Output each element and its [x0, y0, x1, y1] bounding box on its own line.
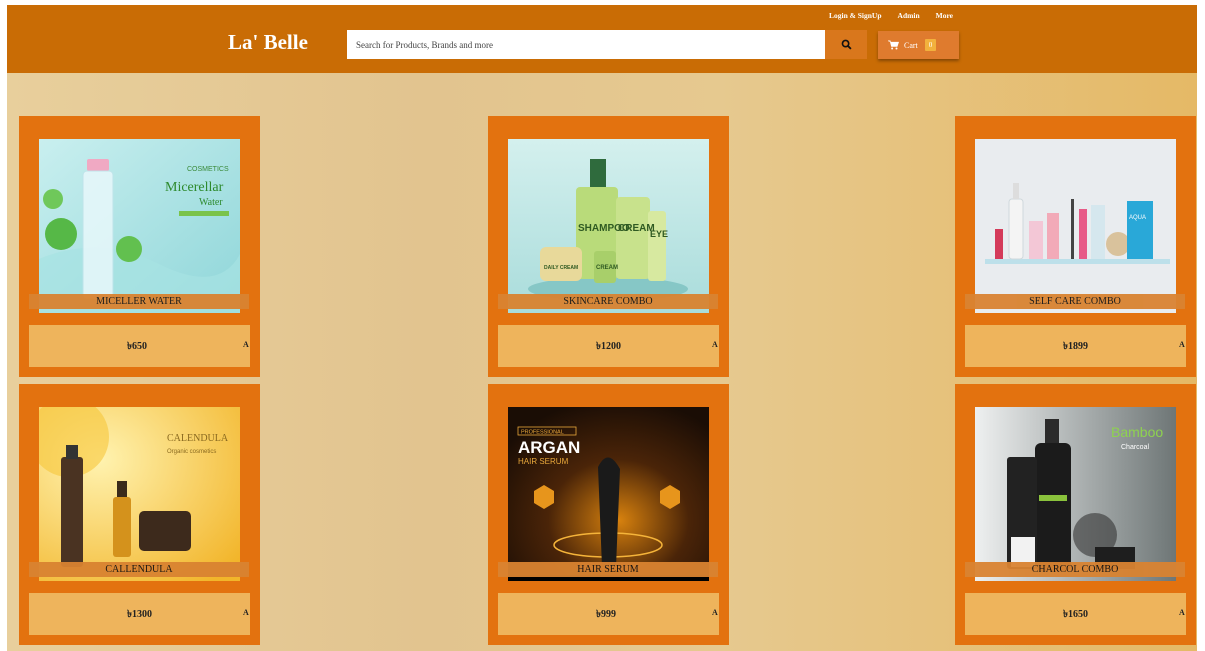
- logo[interactable]: La' Belle: [228, 30, 308, 55]
- product-card-self-care-combo[interactable]: AQUA SELF CARE COMBO ৳1899 Add to Cart: [955, 116, 1196, 377]
- header: La' Belle Login & SignUp Admin More Cart…: [7, 5, 1197, 73]
- login-signup-link[interactable]: Login & SignUp: [829, 11, 882, 20]
- image-text: Charcoal: [1121, 444, 1149, 451]
- image-text: AQUA: [1129, 215, 1146, 221]
- price-box: ৳1200 Add to Cart: [498, 325, 719, 367]
- product-card-charcol-combo[interactable]: Bamboo Charcoal CHARCOL COMBO ৳1650 Add …: [955, 384, 1196, 645]
- cart-label: Cart: [904, 40, 918, 50]
- top-links: Login & SignUp Admin More: [829, 11, 953, 20]
- image-text: Micerellar: [165, 180, 224, 195]
- image-text: CALENDULA: [167, 433, 229, 444]
- product-card-micellar-water[interactable]: COSMETICS Micerellar Water MICELLER WATE…: [19, 116, 260, 377]
- price-box: ৳1899 Add to Cart: [965, 325, 1186, 367]
- product-card-callendula[interactable]: CALENDULA Organic cosmetics CALLENDULA ৳…: [19, 384, 260, 645]
- page-background: La' Belle Login & SignUp Admin More Cart…: [7, 5, 1197, 651]
- price-box: ৳1300 Add to Cart: [29, 593, 250, 635]
- product-image-charcol-combo[interactable]: Bamboo Charcoal: [975, 407, 1176, 581]
- search-input[interactable]: [347, 30, 825, 59]
- cart-count-badge: 0: [924, 39, 937, 51]
- more-link[interactable]: More: [936, 11, 953, 20]
- add-to-cart-button[interactable]: Add to Cart: [712, 608, 718, 617]
- product-name: MICELLER WATER: [29, 294, 249, 309]
- image-text: COSMETICS: [187, 166, 229, 173]
- price-box: ৳650 Add to Cart: [29, 325, 250, 367]
- search-icon: [841, 39, 852, 50]
- image-text: CREAM: [596, 265, 618, 271]
- product-price: ৳1650: [1063, 609, 1088, 620]
- image-text: ARGAN: [518, 438, 580, 457]
- add-to-cart-button[interactable]: Add to Cart: [243, 608, 249, 617]
- cart-button[interactable]: Cart 0: [878, 31, 959, 59]
- add-to-cart-button[interactable]: Add to Cart: [712, 340, 718, 349]
- product-card-skincare-combo[interactable]: SHAMPOO CREAM EYE CREAM DAILY CREAM SKIN…: [488, 116, 729, 377]
- image-text: Water: [199, 197, 223, 208]
- product-image-micellar-water[interactable]: COSMETICS Micerellar Water: [39, 139, 240, 313]
- image-text: DAILY CREAM: [544, 265, 578, 271]
- image-text: Organic cosmetics: [167, 449, 216, 455]
- add-to-cart-button[interactable]: Add to Cart: [1179, 608, 1185, 617]
- add-to-cart-button[interactable]: Add to Cart: [243, 340, 249, 349]
- product-name: SKINCARE COMBO: [498, 294, 718, 309]
- product-image-skincare-combo[interactable]: SHAMPOO CREAM EYE CREAM DAILY CREAM: [508, 139, 709, 313]
- admin-link[interactable]: Admin: [898, 11, 920, 20]
- search-button[interactable]: [825, 30, 867, 59]
- image-text: PROFESSIONAL: [521, 430, 564, 436]
- product-name: SELF CARE COMBO: [965, 294, 1185, 309]
- product-image-self-care-combo[interactable]: AQUA: [975, 139, 1176, 313]
- product-name: CHARCOL COMBO: [965, 562, 1185, 577]
- product-price: ৳1200: [596, 341, 621, 352]
- cart-icon: [888, 40, 899, 50]
- product-card-hair-serum[interactable]: PROFESSIONAL ARGAN HAIR SERUM HAIR SERUM…: [488, 384, 729, 645]
- product-price: ৳650: [127, 341, 147, 352]
- product-price: ৳999: [596, 609, 616, 620]
- product-image-callendula[interactable]: CALENDULA Organic cosmetics: [39, 407, 240, 581]
- price-box: ৳1650 Add to Cart: [965, 593, 1186, 635]
- price-box: ৳999 Add to Cart: [498, 593, 719, 635]
- product-image-hair-serum[interactable]: PROFESSIONAL ARGAN HAIR SERUM: [508, 407, 709, 581]
- product-price: ৳1300: [127, 609, 152, 620]
- image-text: EYE: [650, 229, 668, 239]
- product-price: ৳1899: [1063, 341, 1088, 352]
- product-name: CALLENDULA: [29, 562, 249, 577]
- image-text: Bamboo: [1111, 424, 1163, 440]
- add-to-cart-button[interactable]: Add to Cart: [1179, 340, 1185, 349]
- image-text: HAIR SERUM: [518, 457, 569, 466]
- product-name: HAIR SERUM: [498, 562, 718, 577]
